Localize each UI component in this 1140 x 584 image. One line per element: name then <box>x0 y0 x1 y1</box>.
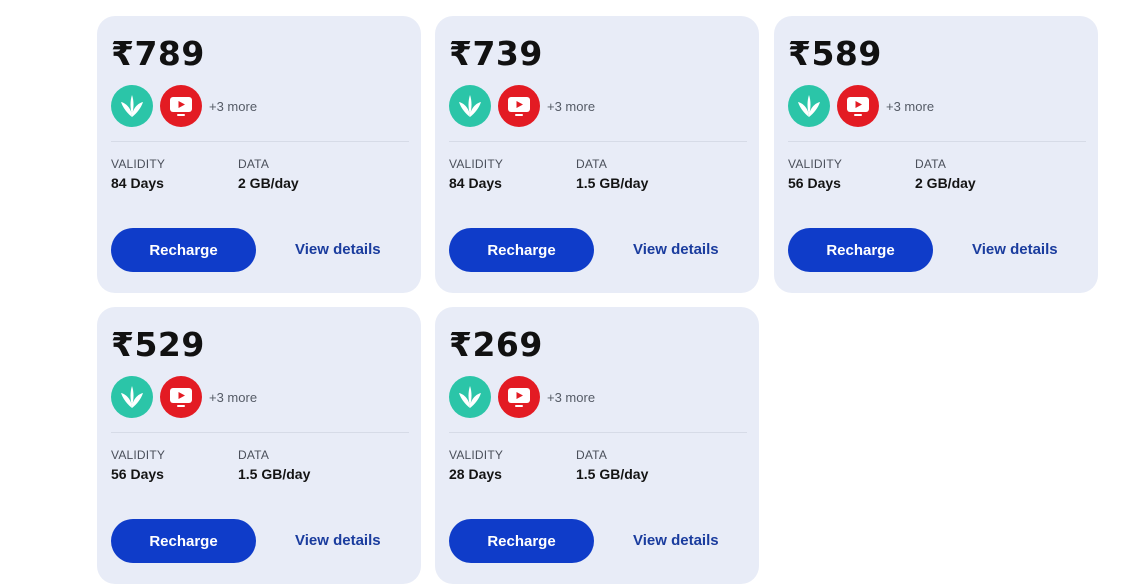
plan-price: ₹269 <box>449 325 543 364</box>
validity-value: 56 Days <box>788 175 841 191</box>
validity-value: 84 Days <box>111 175 164 191</box>
recharge-button[interactable]: Recharge <box>449 228 594 272</box>
plan-card: ₹789 +3 more VALIDITY 84 Days DATA 2 GB/… <box>97 16 421 293</box>
plan-card: ₹529 +3 more VALIDITY 56 Days DATA 1.5 G… <box>97 307 421 584</box>
jiosaavn-icon <box>111 376 153 418</box>
divider <box>788 141 1086 142</box>
validity-label: VALIDITY <box>111 448 166 462</box>
view-details-link[interactable]: View details <box>295 532 381 549</box>
validity-value: 84 Days <box>449 175 502 191</box>
data-value: 1.5 GB/day <box>576 175 649 191</box>
more-benefits-text: +3 more <box>209 99 258 114</box>
validity-label: VALIDITY <box>449 157 504 171</box>
data-label: DATA <box>238 157 270 171</box>
data-label: DATA <box>915 157 947 171</box>
divider <box>111 141 409 142</box>
data-value: 1.5 GB/day <box>238 466 311 482</box>
data-label: DATA <box>238 448 270 462</box>
validity-value: 56 Days <box>111 466 164 482</box>
divider <box>449 432 747 433</box>
view-details-link[interactable]: View details <box>633 241 719 258</box>
more-benefits-text: +3 more <box>209 390 258 405</box>
more-benefits-text: +3 more <box>886 99 935 114</box>
data-value: 2 GB/day <box>238 175 299 191</box>
jiosaavn-icon <box>449 85 491 127</box>
validity-label: VALIDITY <box>111 157 166 171</box>
recharge-button[interactable]: Recharge <box>111 228 256 272</box>
data-label: DATA <box>576 448 608 462</box>
jiotv-icon <box>160 376 202 418</box>
divider <box>111 432 409 433</box>
view-details-link[interactable]: View details <box>972 241 1058 258</box>
validity-value: 28 Days <box>449 466 502 482</box>
view-details-link[interactable]: View details <box>295 241 381 258</box>
jiotv-icon <box>498 85 540 127</box>
more-benefits-text: +3 more <box>547 390 596 405</box>
jiosaavn-icon <box>449 376 491 418</box>
data-value: 2 GB/day <box>915 175 976 191</box>
divider <box>449 141 747 142</box>
data-value: 1.5 GB/day <box>576 466 649 482</box>
jiosaavn-icon <box>111 85 153 127</box>
recharge-button[interactable]: Recharge <box>788 228 933 272</box>
plan-price: ₹529 <box>111 325 205 364</box>
data-label: DATA <box>576 157 608 171</box>
plan-card: ₹269 +3 more VALIDITY 28 Days DATA 1.5 G… <box>435 307 759 584</box>
validity-label: VALIDITY <box>449 448 504 462</box>
validity-label: VALIDITY <box>788 157 843 171</box>
jiotv-icon <box>498 376 540 418</box>
more-benefits-text: +3 more <box>547 99 596 114</box>
jiosaavn-icon <box>788 85 830 127</box>
view-details-link[interactable]: View details <box>633 532 719 549</box>
recharge-button[interactable]: Recharge <box>111 519 256 563</box>
jiotv-icon <box>837 85 879 127</box>
plan-price: ₹789 <box>111 34 205 73</box>
plan-price: ₹739 <box>449 34 543 73</box>
plan-card: ₹739 +3 more VALIDITY 84 Days DATA 1.5 G… <box>435 16 759 293</box>
jiotv-icon <box>160 85 202 127</box>
plan-card: ₹589 +3 more VALIDITY 56 Days DATA 2 GB/… <box>774 16 1098 293</box>
plan-price: ₹589 <box>788 34 882 73</box>
recharge-button[interactable]: Recharge <box>449 519 594 563</box>
